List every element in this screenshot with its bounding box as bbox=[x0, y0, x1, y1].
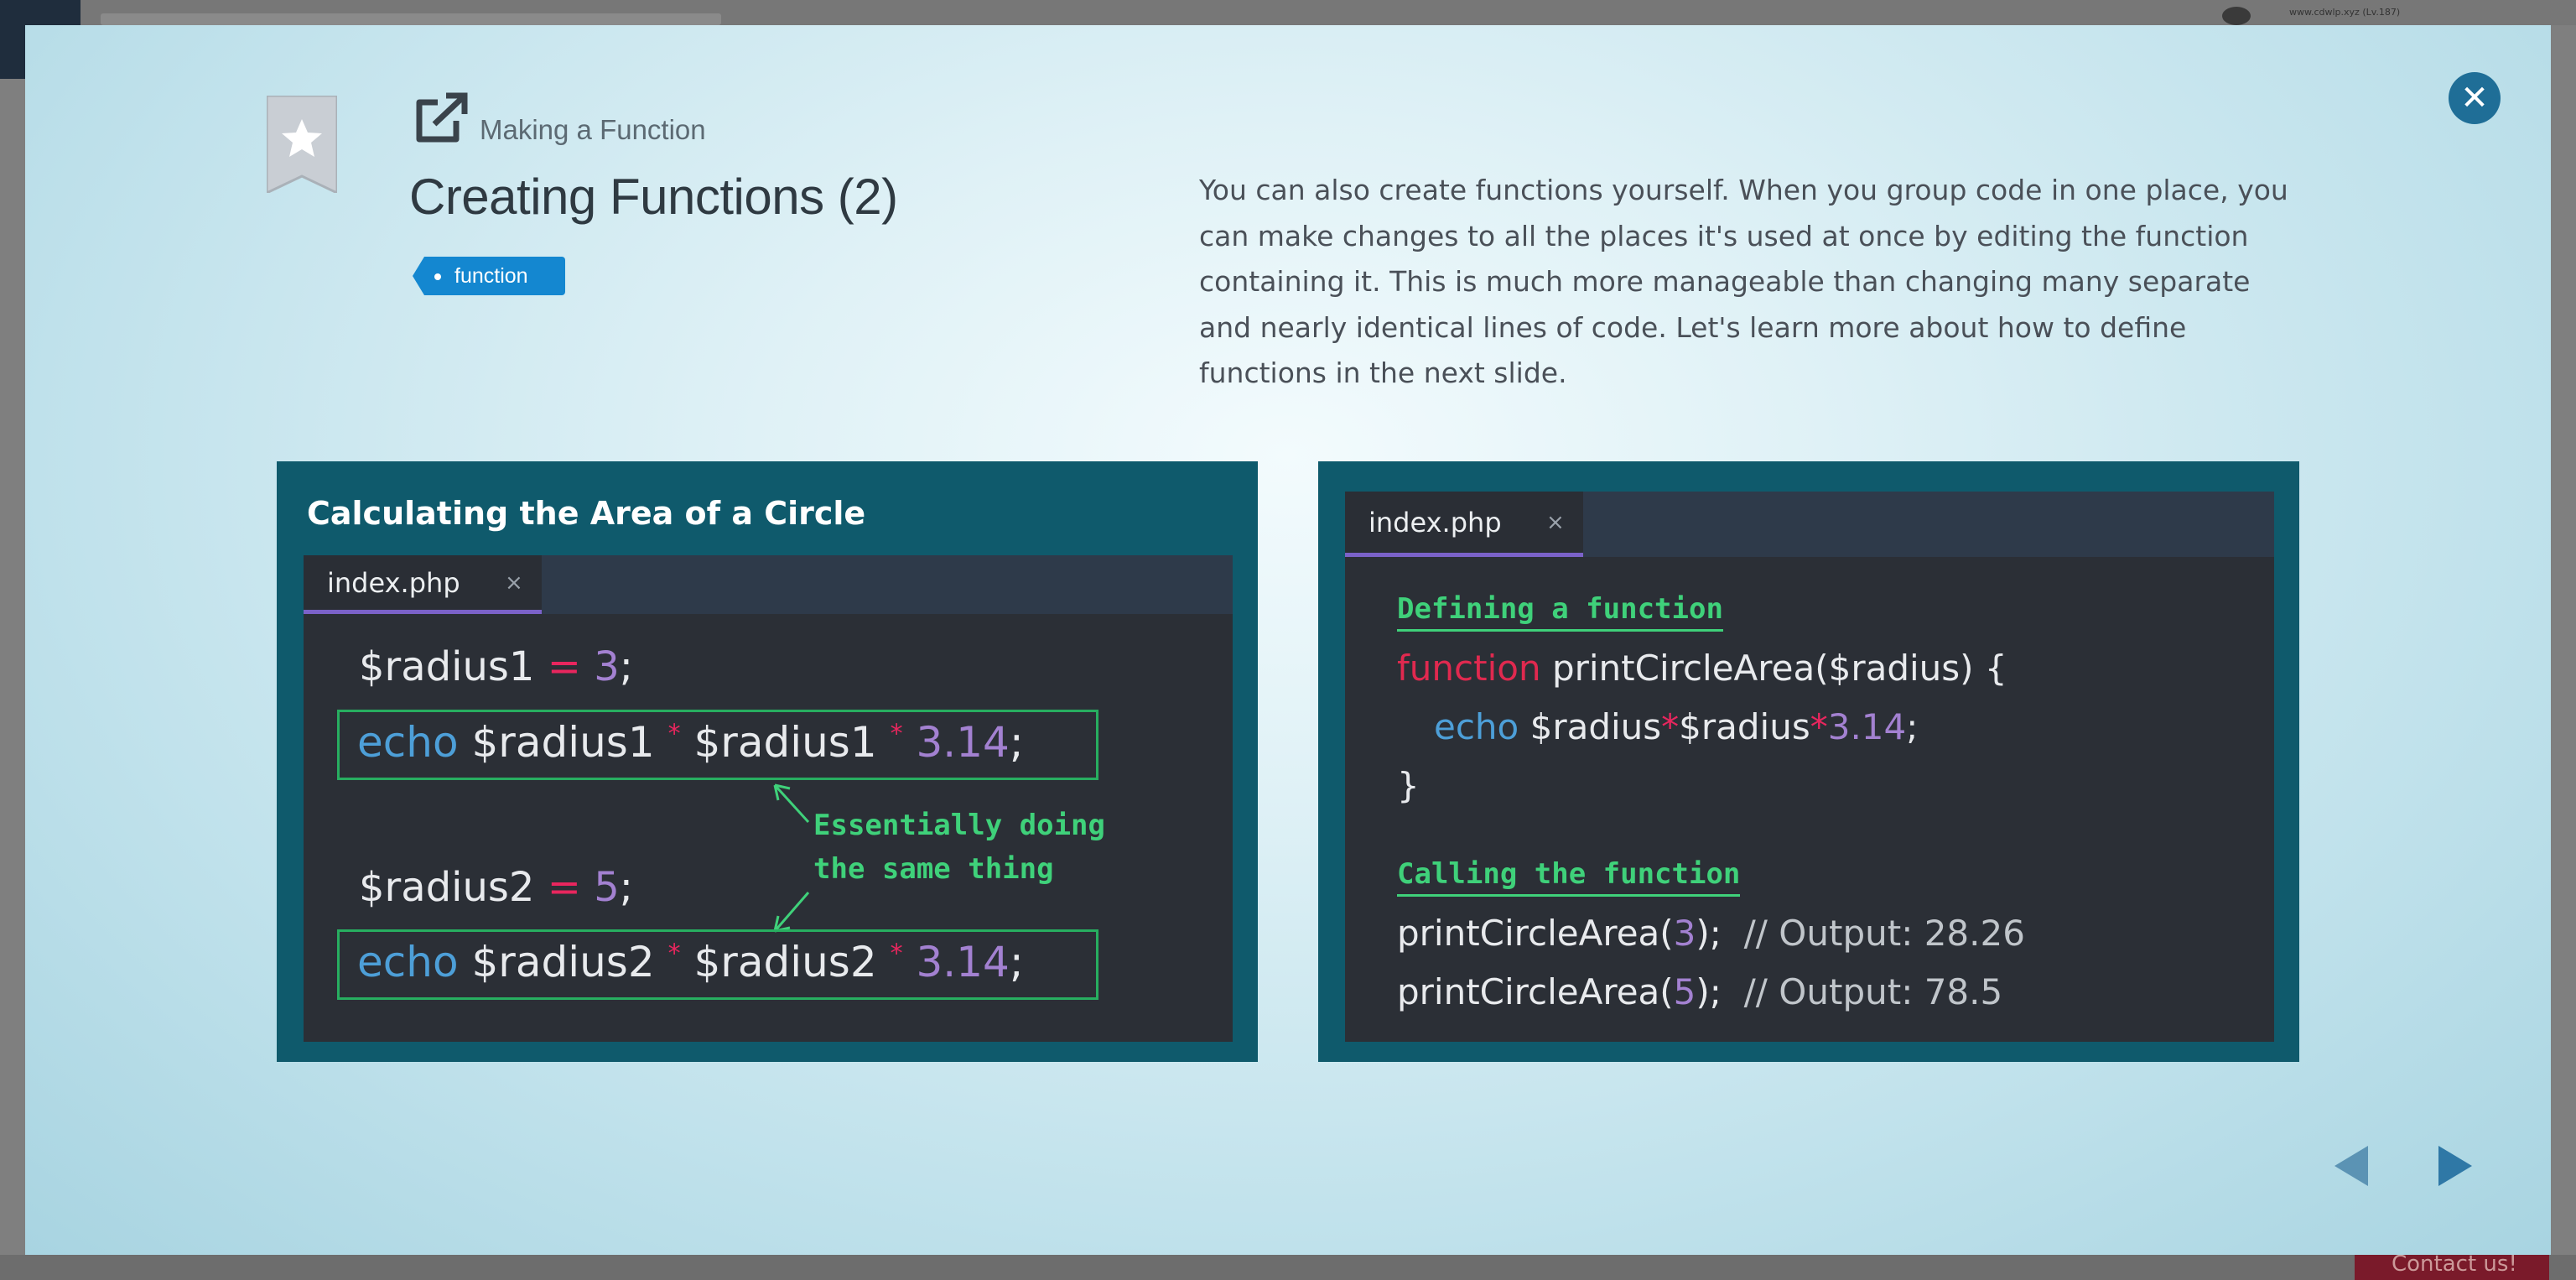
code-line: $radius1 = 3; bbox=[359, 643, 633, 690]
code-line: echo $radius2 * $radius2 * 3.14; bbox=[357, 938, 1024, 986]
section-label-define: Defining a function bbox=[1397, 592, 1723, 632]
slide-image-right: index.php × Defining a function function… bbox=[1318, 461, 2299, 1062]
next-arrow-icon[interactable] bbox=[2428, 1141, 2479, 1191]
editor-tab: index.php × bbox=[304, 555, 542, 614]
code-editor: index.php × $radius1 = 3; echo $radius1 … bbox=[304, 555, 1233, 1042]
tab-close-icon: × bbox=[1546, 510, 1565, 535]
slide-image-left: Calculating the Area of a Circle index.p… bbox=[277, 461, 1258, 1062]
code-line: } bbox=[1397, 765, 1420, 806]
background-search-bar bbox=[101, 13, 721, 25]
lesson-modal: ✕ Making a Function Creating Functions (… bbox=[25, 25, 2551, 1255]
code-line: $radius2 = 5; bbox=[359, 864, 633, 911]
code-line: echo $radius1 * $radius1 * 3.14; bbox=[357, 718, 1024, 767]
page-title: Creating Functions (2) bbox=[409, 169, 898, 225]
slide-caption: Calculating the Area of a Circle bbox=[307, 495, 866, 532]
background-avatar bbox=[2222, 7, 2251, 25]
tag-function[interactable]: function bbox=[413, 257, 565, 295]
background-user-text: www.cdwlp.xyz (Lv.187) bbox=[2289, 7, 2401, 18]
editor-tabbar: index.php × bbox=[1345, 492, 2274, 557]
close-icon[interactable]: ✕ bbox=[2449, 72, 2501, 124]
tab-close-icon: × bbox=[505, 570, 523, 596]
code-editor: index.php × Defining a function function… bbox=[1345, 492, 2274, 1042]
code-line: echo $radius*$radius*3.14; bbox=[1434, 706, 1919, 747]
section-label-call: Calling the function bbox=[1397, 857, 1741, 897]
editor-tabbar: index.php × bbox=[304, 555, 1233, 614]
code-line: printCircleArea(3); // Output: 28.26 bbox=[1397, 913, 2025, 954]
bookmark-star-icon[interactable] bbox=[267, 96, 337, 193]
background-bottom-bar bbox=[0, 1255, 2576, 1280]
editor-tab: index.php × bbox=[1345, 492, 1583, 557]
tab-filename: index.php bbox=[1368, 507, 1502, 539]
previous-arrow-icon[interactable] bbox=[2328, 1141, 2378, 1191]
code-line: printCircleArea(5); // Output: 78.5 bbox=[1397, 971, 2003, 1012]
tab-filename: index.php bbox=[327, 567, 460, 599]
lesson-subtitle: Making a Function bbox=[480, 114, 706, 145]
external-link-icon[interactable] bbox=[413, 92, 468, 144]
code-line: function printCircleArea($radius) { bbox=[1397, 648, 2007, 689]
annotation-note: Essentially doing the same thing bbox=[813, 809, 1105, 886]
lesson-description: You can also create functions yourself. … bbox=[1199, 174, 2288, 389]
